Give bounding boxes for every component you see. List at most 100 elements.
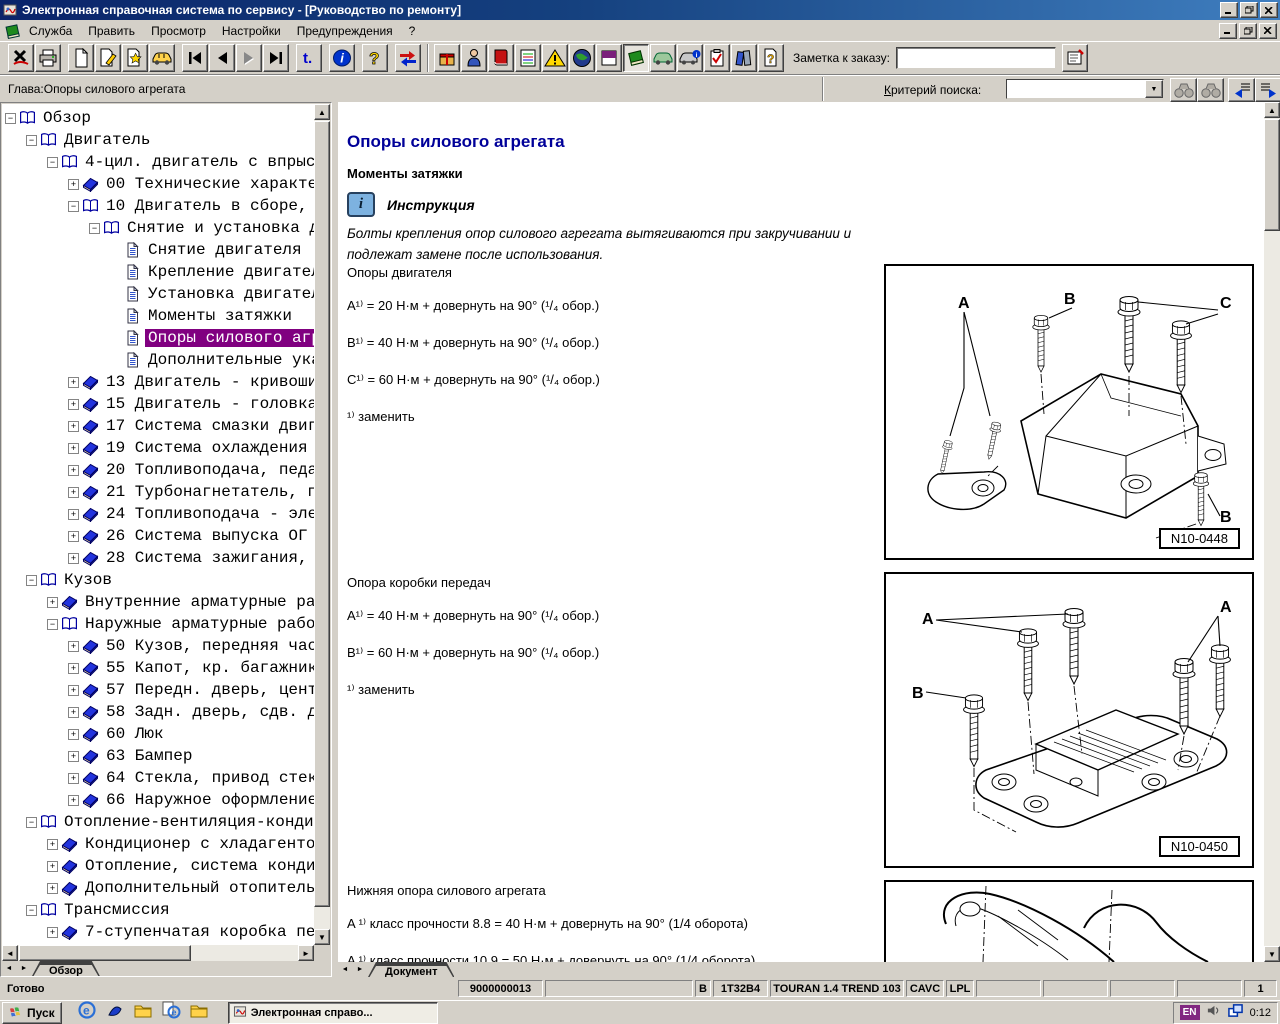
start-button[interactable]: Пуск xyxy=(2,1002,62,1024)
tree-item-label[interactable]: Отопление, система конди xyxy=(82,857,314,875)
expand-toggle[interactable]: + xyxy=(68,487,79,498)
menu-3[interactable]: Просмотр xyxy=(143,22,214,40)
protocols-button[interactable] xyxy=(704,44,730,72)
collapse-toggle[interactable]: − xyxy=(47,157,58,168)
tree-item-label[interactable]: 60 Люк xyxy=(103,725,167,743)
collapse-toggle[interactable]: − xyxy=(68,201,79,212)
refresh-button[interactable] xyxy=(395,44,421,72)
collapse-toggle[interactable]: − xyxy=(26,817,37,828)
tree-item-label[interactable]: 13 Двигатель - кривоши xyxy=(103,373,314,391)
tree-item-label[interactable]: Моменты затяжки xyxy=(145,307,295,325)
expand-toggle[interactable]: + xyxy=(68,179,79,190)
order-note-button[interactable] xyxy=(1062,44,1088,72)
document-vscroll-thumb[interactable] xyxy=(1264,119,1280,231)
tree-tab-prev-icon[interactable]: ◄ xyxy=(2,961,16,975)
expand-toggle[interactable]: + xyxy=(47,839,58,850)
service-car-button[interactable] xyxy=(650,44,676,72)
order-note-input[interactable] xyxy=(896,47,1056,69)
tree-item-label[interactable]: 10 Двигатель в сборе, xyxy=(103,197,311,215)
tree-item-label[interactable]: 4-цил. двигатель с впрыс xyxy=(82,153,314,171)
remote-access-icon[interactable] xyxy=(1227,1003,1244,1023)
tree-item-label[interactable]: Кузов xyxy=(61,571,115,589)
quick-launch-app[interactable] xyxy=(104,1003,126,1023)
help-button[interactable]: ? xyxy=(362,44,388,72)
tree-item-label[interactable]: Отопление-вентиляция-конди xyxy=(61,813,314,831)
minimize-button[interactable] xyxy=(1220,2,1238,18)
menu-6[interactable]: ? xyxy=(401,22,424,40)
menu-5[interactable]: Предупреждения xyxy=(289,22,401,40)
list-forward-button[interactable] xyxy=(1255,78,1280,102)
vehicle-button[interactable] xyxy=(149,44,175,72)
fill-plan-button[interactable] xyxy=(596,44,622,72)
collapse-toggle[interactable]: − xyxy=(26,575,37,586)
repair-manual-button[interactable] xyxy=(623,44,649,72)
text-size-button[interactable]: t. xyxy=(296,44,322,72)
expand-toggle[interactable]: + xyxy=(47,927,58,938)
taskbar-clock[interactable]: 0:12 xyxy=(1250,1007,1271,1019)
collapse-toggle[interactable]: − xyxy=(26,905,37,916)
expand-toggle[interactable]: + xyxy=(68,509,79,520)
language-indicator[interactable]: EN xyxy=(1180,1005,1200,1020)
expand-toggle[interactable]: + xyxy=(47,883,58,894)
tree-item-label[interactable]: 00 Технические характе xyxy=(103,175,314,193)
tree-item-label[interactable]: 17 Система смазки двиг xyxy=(103,417,314,435)
document-tab-next-icon[interactable]: ► xyxy=(353,962,367,976)
tree-item-label[interactable]: 26 Система выпуска ОГ xyxy=(103,527,311,545)
tab-document[interactable]: Документ xyxy=(368,962,454,977)
expand-toggle[interactable]: + xyxy=(68,751,79,762)
tree-item-label[interactable]: 63 Бампер xyxy=(103,747,195,765)
last-page-button[interactable] xyxy=(263,44,289,72)
search-criteria-input[interactable] xyxy=(1007,80,1145,98)
tree-item-label[interactable]: Дополнительный отопитель xyxy=(82,879,314,897)
manuals-button[interactable] xyxy=(488,44,514,72)
parts-catalog-button[interactable] xyxy=(434,44,460,72)
document-scroll-down-button[interactable]: ▼ xyxy=(1264,946,1280,962)
library-button[interactable] xyxy=(731,44,757,72)
collapse-toggle[interactable]: − xyxy=(89,223,100,234)
tree-item-label[interactable]: 28 Система зажигания, xyxy=(103,549,311,567)
expand-toggle[interactable]: + xyxy=(68,773,79,784)
expand-toggle[interactable]: + xyxy=(68,443,79,454)
tab-overview[interactable]: Обзор xyxy=(32,961,100,976)
document-vscrollbar[interactable]: ▲ ▼ xyxy=(1264,102,1280,962)
tree-item-label[interactable]: Наружные арматурные рабо xyxy=(82,615,314,633)
prev-page-button[interactable] xyxy=(209,44,235,72)
tree-vscroll-thumb[interactable] xyxy=(314,121,330,907)
vehicle-data-button[interactable]: i xyxy=(677,44,703,72)
collapse-toggle[interactable]: − xyxy=(26,135,37,146)
tree-item-label[interactable]: 55 Капот, кр. багажник xyxy=(103,659,314,677)
tree-item-label[interactable]: Трансмиссия xyxy=(61,901,173,919)
collapse-toggle[interactable]: − xyxy=(5,113,16,124)
expand-toggle[interactable]: + xyxy=(47,597,58,608)
tree-item-label[interactable]: 21 Турбонагнетатель, п xyxy=(103,483,314,501)
tree-item-label[interactable]: 19 Система охлаждения xyxy=(103,439,311,457)
tree-item-label[interactable]: 15 Двигатель - головка xyxy=(103,395,314,413)
new-order-button[interactable] xyxy=(122,44,148,72)
app-icon[interactable] xyxy=(2,2,18,18)
search-criteria-combobox[interactable]: ▼ xyxy=(1006,79,1164,99)
menu-2[interactable]: Править xyxy=(80,22,143,40)
info-button[interactable]: i xyxy=(329,44,355,72)
tree-item-label[interactable]: Опоры силового агр xyxy=(145,329,314,347)
expand-toggle[interactable]: + xyxy=(68,377,79,388)
tree-tab-next-icon[interactable]: ► xyxy=(17,961,31,975)
tree-hscrollbar[interactable]: ◄ ► xyxy=(2,945,314,961)
tree-item-label[interactable]: 7-ступенчатая коробка пе xyxy=(82,923,314,941)
document-icon[interactable] xyxy=(3,24,21,38)
edit-document-button[interactable] xyxy=(95,44,121,72)
collapse-toggle[interactable]: − xyxy=(47,619,58,630)
tree-item-label[interactable]: Двигатель xyxy=(61,131,153,149)
expand-toggle[interactable]: + xyxy=(47,861,58,872)
menu-1[interactable]: Служба xyxy=(21,22,80,40)
tree-item-label[interactable]: 66 Наружное оформление xyxy=(103,791,314,809)
document-scroll-up-button[interactable]: ▲ xyxy=(1264,102,1280,118)
tree-item-label[interactable]: 20 Топливоподача, педа xyxy=(103,461,314,479)
tree-item-label[interactable]: 50 Кузов, передняя час xyxy=(103,637,314,655)
tree-item-label[interactable]: 24 Топливоподача - эле xyxy=(103,505,314,523)
quick-launch-browser[interactable]: e xyxy=(76,1003,98,1023)
menu-4[interactable]: Настройки xyxy=(214,22,289,40)
cancel-button[interactable] xyxy=(8,44,34,72)
tree-scroll-right-button[interactable]: ► xyxy=(298,945,314,961)
close-button[interactable] xyxy=(1260,2,1278,18)
combo-dropdown-button[interactable]: ▼ xyxy=(1145,80,1163,98)
